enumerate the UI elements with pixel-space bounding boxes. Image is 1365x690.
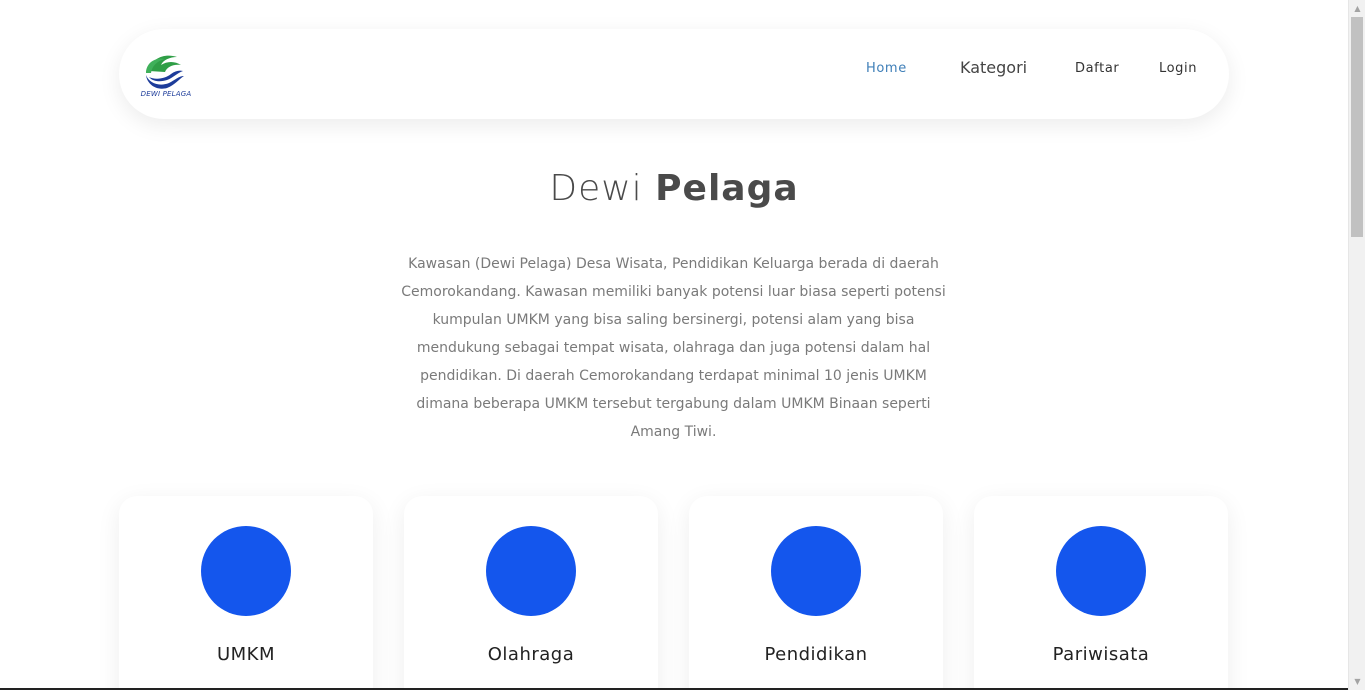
- title-light: Dewi: [549, 168, 643, 209]
- category-card-pariwisata[interactable]: Pariwisata: [974, 496, 1228, 690]
- category-label: Olahraga: [487, 644, 575, 665]
- category-label: Pendidikan: [764, 644, 868, 665]
- category-card-pendidikan[interactable]: Pendidikan: [689, 496, 943, 690]
- nav-login[interactable]: Login: [1159, 29, 1197, 119]
- category-circle-icon: [771, 526, 861, 616]
- scroll-up-arrow-icon[interactable]: ▲: [1349, 0, 1365, 17]
- category-card-olahraga[interactable]: Olahraga: [404, 496, 658, 690]
- navbar: DEWI PELAGA Home Kategori Daftar Login: [119, 29, 1229, 119]
- hero-description: Kawasan (Dewi Pelaga) Desa Wisata, Pendi…: [401, 256, 946, 440]
- scrollbar-thumb[interactable]: [1351, 17, 1363, 237]
- title-bold: Pelaga: [655, 168, 799, 209]
- category-card-umkm[interactable]: UMKM: [119, 496, 373, 690]
- vertical-scrollbar[interactable]: ▲ ▼: [1348, 0, 1365, 690]
- category-circle-icon: [486, 526, 576, 616]
- logo-text: DEWI PELAGA: [140, 90, 192, 98]
- category-label: UMKM: [216, 644, 276, 665]
- scroll-down-arrow-icon[interactable]: ▼: [1349, 673, 1365, 690]
- category-circle-icon: [201, 526, 291, 616]
- nav-daftar[interactable]: Daftar: [1075, 29, 1119, 119]
- page: DEWI PELAGA Home Kategori Daftar Login D…: [0, 0, 1365, 690]
- logo[interactable]: DEWI PELAGA: [137, 49, 195, 101]
- category-label: Pariwisata: [1052, 644, 1150, 665]
- logo-wave-icon: [146, 55, 184, 89]
- page-title: Dewi Pelaga: [0, 168, 1348, 209]
- nav-kategori[interactable]: Kategori: [960, 29, 1027, 119]
- category-circle-icon: [1056, 526, 1146, 616]
- nav-home[interactable]: Home: [866, 29, 907, 119]
